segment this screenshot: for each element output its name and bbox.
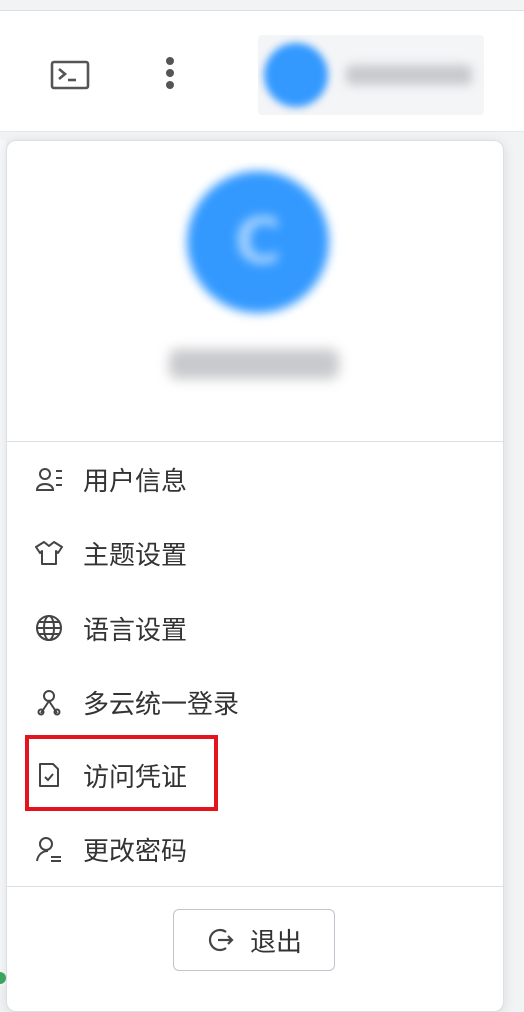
menu-item-label: 访问凭证	[83, 762, 188, 793]
globe-icon	[35, 614, 63, 642]
sso-icon	[35, 688, 63, 716]
username	[346, 65, 472, 85]
profile-username	[169, 349, 339, 379]
logout-icon	[206, 926, 234, 954]
divider	[7, 886, 503, 887]
user-dropdown-menu: C 用户信息 主题设置 语言设置 多云统一登录 访问凭证 更改密码 退出	[6, 140, 504, 1012]
more-vertical-icon[interactable]	[156, 51, 184, 101]
menu-item-access-credentials[interactable]: 访问凭证	[35, 755, 187, 795]
key-user-icon	[35, 835, 63, 863]
menu-item-label: 用户信息	[83, 466, 188, 497]
menu-item-label: 主题设置	[83, 540, 188, 571]
profile-header: C	[7, 141, 503, 442]
menu-item-theme-settings[interactable]: 主题设置	[35, 533, 187, 573]
avatar-letter: C	[234, 205, 282, 279]
menu-item-label: 多云统一登录	[83, 689, 240, 720]
menu-item-language-settings[interactable]: 语言设置	[35, 608, 187, 648]
menu-item-label: 语言设置	[83, 615, 188, 646]
profile-avatar: C	[187, 171, 329, 313]
user-info-icon	[35, 465, 63, 493]
menu-item-label: 更改密码	[83, 836, 188, 867]
menu-item-change-password[interactable]: 更改密码	[35, 829, 187, 869]
user-account-chip[interactable]	[258, 35, 484, 115]
logout-button[interactable]: 退出	[173, 909, 335, 971]
logout-label: 退出	[249, 927, 302, 958]
shirt-icon	[35, 539, 63, 567]
terminal-icon[interactable]	[46, 55, 94, 95]
top-bar	[0, 10, 524, 132]
avatar	[264, 43, 328, 107]
menu-item-multicloud-sso[interactable]: 多云统一登录	[35, 682, 239, 722]
credential-icon	[35, 761, 63, 789]
menu-item-user-info[interactable]: 用户信息	[35, 459, 187, 499]
